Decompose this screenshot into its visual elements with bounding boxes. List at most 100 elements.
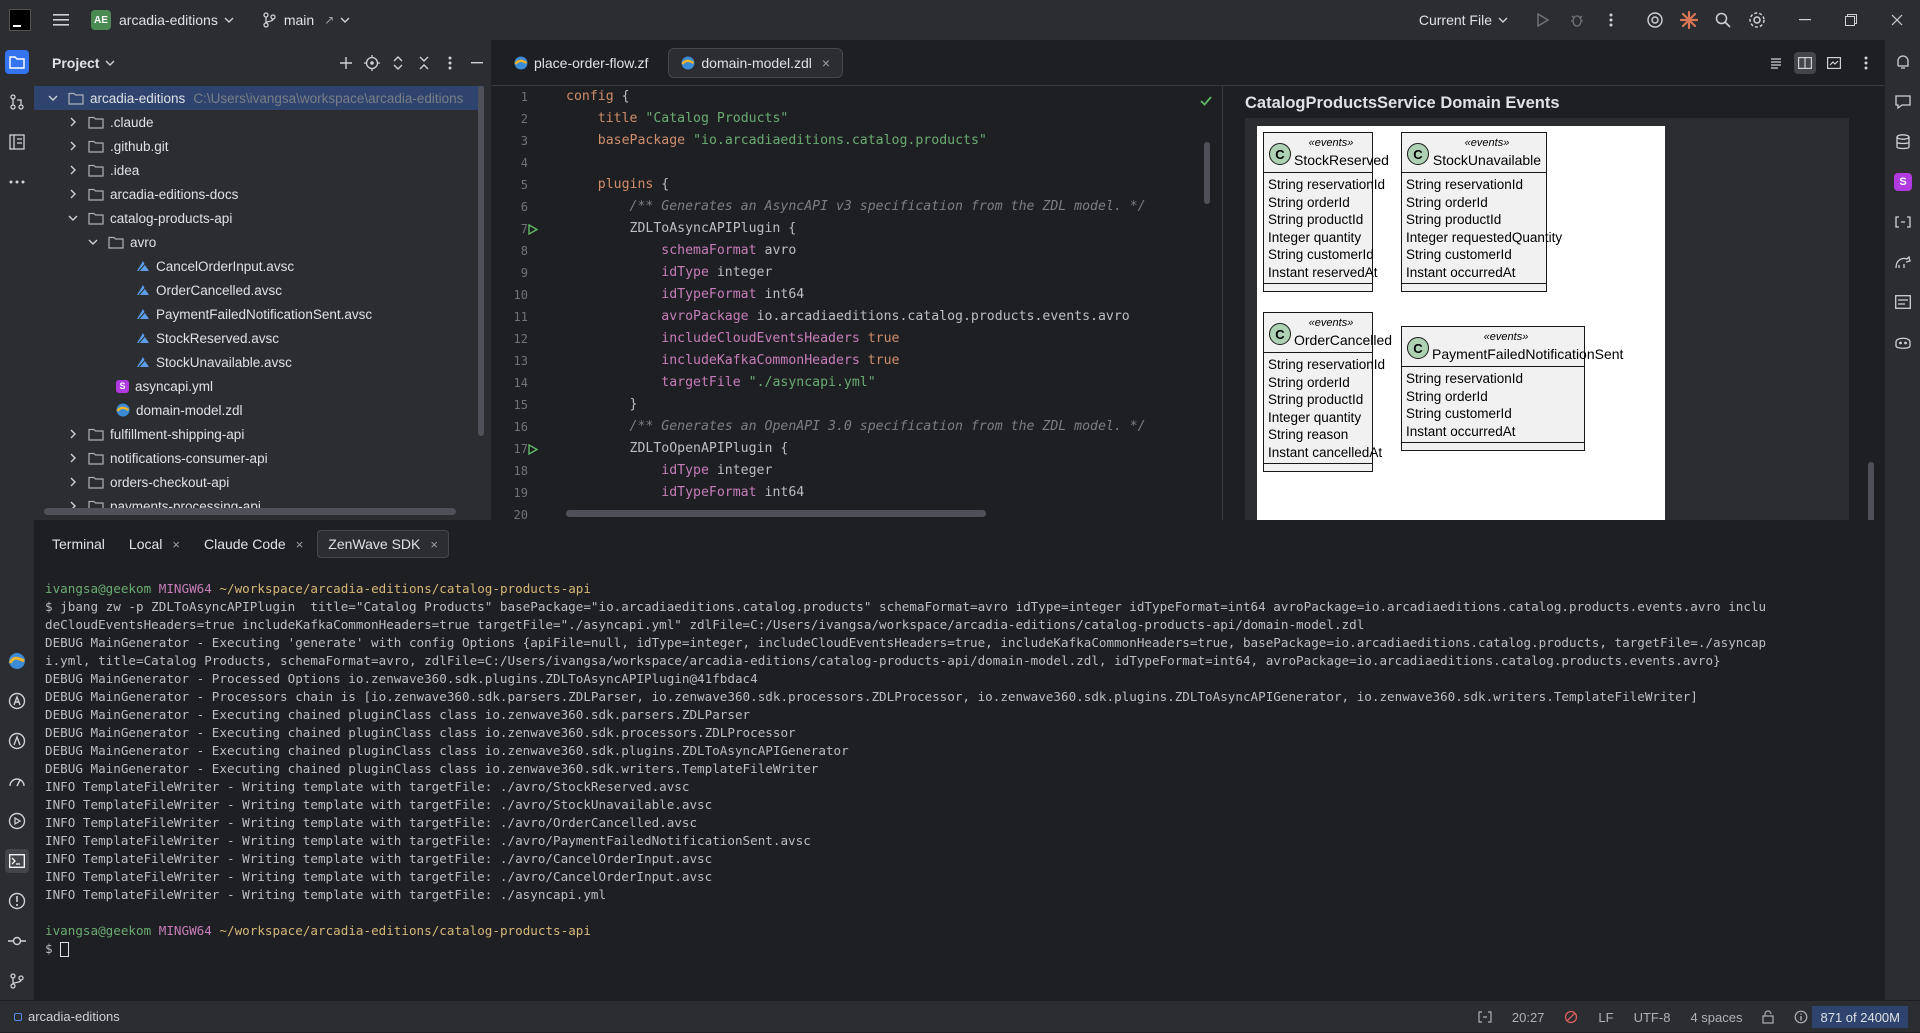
status-project-name[interactable]: arcadia-editions (28, 1009, 120, 1024)
editor-only-icon[interactable] (1766, 57, 1786, 69)
close-tab-icon[interactable]: × (296, 537, 304, 552)
new-file-icon[interactable] (333, 56, 359, 70)
hide-status-widgets-icon[interactable] (1478, 1011, 1492, 1023)
split-editor-preview-icon[interactable] (1794, 52, 1816, 74)
tree-item[interactable]: .github.git (34, 134, 484, 158)
run-gutter-icon[interactable] (528, 224, 538, 235)
tree-vertical-scrollbar[interactable] (478, 86, 484, 436)
more-actions-icon[interactable] (1594, 0, 1628, 40)
minimize-window-icon[interactable] (1782, 0, 1828, 40)
line-ending[interactable]: LF (1598, 1010, 1613, 1025)
code-line[interactable]: ZDLToAsyncAPIPlugin { (566, 218, 1146, 240)
tree-horizontal-scrollbar[interactable] (44, 508, 456, 515)
close-tab-icon[interactable]: × (172, 537, 180, 552)
chevron-down-icon[interactable] (46, 95, 60, 101)
code-line[interactable]: targetFile "./asyncapi.yml" (566, 372, 1146, 394)
uml-class-box[interactable]: C «events» StockUnavailable String reservat… (1401, 132, 1562, 292)
collapse-all-icon[interactable] (411, 55, 437, 71)
project-badge[interactable]: AE (91, 10, 111, 30)
uml-class-box[interactable]: C «events» StockReserved String reservation… (1263, 132, 1389, 292)
structure-icon[interactable] (5, 130, 29, 154)
tree-item[interactable]: arcadia-editions C:\Users\ivangsa\workspa… (34, 86, 484, 110)
tree-item[interactable]: StockReserved.avsc (34, 326, 484, 350)
database-icon[interactable] (1891, 130, 1915, 154)
code-editor[interactable]: 1 2 3 4 5 6 7 8 9 10 11 12 13 14 15 16 17 18 19 20 config {… (492, 86, 1214, 520)
tree-item[interactable]: notifications-consumer-api (34, 446, 484, 470)
code-line[interactable]: basePackage "io.arcadiaeditions.catalog.… (566, 130, 1146, 152)
code-line[interactable]: } (566, 394, 1146, 416)
editor-more-icon[interactable] (1858, 56, 1874, 70)
pull-requests-icon[interactable] (5, 90, 29, 114)
chevron-right-icon[interactable] (66, 477, 80, 487)
tree-item[interactable]: PaymentFailedNotificationSent.avsc (34, 302, 484, 326)
terminal-output[interactable]: ivangsa@geekom MINGW64 ~/workspace/arcad… (45, 580, 1875, 958)
terminal-tab[interactable]: Claude Code × (194, 530, 313, 558)
tree-item[interactable]: Sasyncapi.yml (34, 374, 484, 398)
profiler-icon[interactable] (5, 769, 29, 793)
expand-all-icon[interactable] (385, 55, 411, 71)
code-line[interactable] (566, 152, 1146, 174)
tree-item[interactable]: fulfillment-shipping-api (34, 422, 484, 446)
chevron-down-icon[interactable] (66, 215, 80, 221)
close-tab-icon[interactable]: × (822, 55, 830, 71)
sdk-plugin-icon[interactable]: S (1891, 170, 1915, 194)
locate-file-icon[interactable] (359, 55, 385, 71)
search-icon[interactable] (1706, 0, 1740, 40)
no-inspection-icon[interactable] (1564, 1010, 1578, 1024)
angular-icon[interactable] (5, 729, 29, 753)
project-switcher[interactable]: arcadia-editions (119, 12, 218, 28)
asyncapi-icon[interactable] (5, 689, 29, 713)
terminal-tab[interactable]: Terminal (42, 530, 115, 558)
project-panel-title[interactable]: Project (52, 55, 99, 71)
tree-item[interactable]: CancelOrderInput.avsc (34, 254, 484, 278)
settings-gear-icon[interactable] (1740, 0, 1774, 40)
memory-indicator[interactable]: 871 of 2400M (1812, 1006, 1908, 1028)
restore-window-icon[interactable] (1828, 0, 1874, 40)
chevron-right-icon[interactable] (66, 117, 80, 127)
code-line[interactable]: schemaFormat avro (566, 240, 1146, 262)
ai-assistant-icon[interactable] (1638, 0, 1672, 40)
preview-vertical-scrollbar[interactable] (1868, 462, 1874, 520)
editor-tab[interactable]: domain-model.zdl × (668, 47, 844, 78)
preview-only-icon[interactable] (1824, 57, 1844, 69)
code-line[interactable]: idType integer (566, 460, 1146, 482)
code-vertical-scrollbar[interactable] (1204, 142, 1210, 204)
gradle-icon[interactable] (1891, 250, 1915, 274)
code-line[interactable]: avroPackage io.arcadiaeditions.catalog.p… (566, 306, 1146, 328)
uml-class-box[interactable]: C «events» PaymentFailedNotificationSent St… (1401, 326, 1623, 451)
terminal-tab[interactable]: Local × (119, 530, 190, 558)
code-line[interactable]: title "Catalog Products" (566, 108, 1146, 130)
code-content[interactable]: config { title "Catalog Products" basePa… (566, 86, 1146, 520)
copilot-icon[interactable] (1891, 330, 1915, 354)
uml-diagram[interactable]: C «events» StockReserved String reservation… (1257, 126, 1665, 520)
services-icon[interactable] (5, 809, 29, 833)
hide-panel-icon[interactable] (463, 62, 491, 64)
close-tab-icon[interactable]: × (430, 537, 438, 552)
endpoints-icon[interactable] (1891, 290, 1915, 314)
chevron-down-icon[interactable] (340, 17, 350, 23)
file-encoding[interactable]: UTF-8 (1634, 1010, 1671, 1025)
notifications-bell-icon[interactable] (1891, 50, 1915, 74)
terminal-input-line[interactable]: $ (45, 940, 1875, 958)
code-line[interactable]: idTypeFormat int64 (566, 284, 1146, 306)
lock-icon[interactable] (1762, 1010, 1775, 1024)
tree-item[interactable]: avro (34, 230, 484, 254)
debug-icon[interactable] (1560, 0, 1594, 40)
tree-item[interactable]: .claude (34, 110, 484, 134)
chevron-right-icon[interactable] (66, 165, 80, 175)
code-line[interactable]: ZDLToOpenAPIPlugin { (566, 438, 1146, 460)
options-icon[interactable] (437, 56, 463, 70)
terminal-tab[interactable]: ZenWave SDK × (317, 530, 449, 558)
tree-item[interactable]: orders-checkout-api (34, 470, 484, 494)
code-line[interactable]: /** Generates an AsyncAPI v3 specificati… (566, 196, 1146, 218)
indent-setting[interactable]: 4 spaces (1690, 1010, 1742, 1025)
chevron-down-icon[interactable] (105, 60, 115, 66)
intellij-logo-icon[interactable] (9, 9, 31, 31)
uml-class-box[interactable]: C «events» OrderCancelled String reservatio… (1263, 312, 1392, 472)
run-gutter-icon[interactable] (528, 444, 538, 455)
zenwave-icon[interactable] (5, 649, 29, 673)
code-line[interactable]: idType integer (566, 262, 1146, 284)
terminal-icon[interactable] (5, 849, 29, 873)
code-line[interactable]: config { (566, 86, 1146, 108)
branch-switcher[interactable]: main (284, 12, 314, 28)
